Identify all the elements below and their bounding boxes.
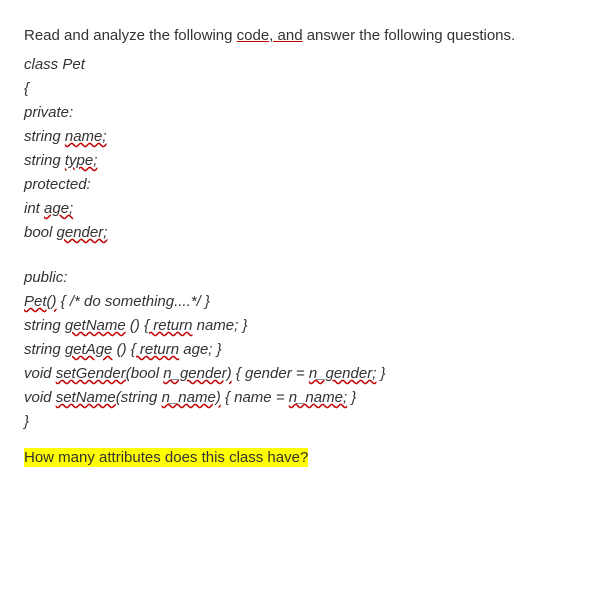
code-line-13: void setGender(bool n_gender) { gender =…	[24, 366, 581, 381]
question-text: How many attributes does this class have…	[24, 448, 308, 467]
code-line-7: int age;	[24, 201, 581, 216]
l11-u2: { return	[144, 317, 192, 334]
l13-u1: setGender(	[56, 365, 131, 382]
l12-u2: { return	[131, 341, 179, 358]
l5-pre: string	[24, 152, 65, 169]
l5-underlined: type;	[65, 152, 98, 169]
code-line-6: protected:	[24, 177, 581, 192]
intro-text: Read and analyze the following code, and…	[24, 28, 581, 43]
code-line-8: bool gender;	[24, 225, 581, 240]
l14-u3: n_name;	[289, 389, 347, 406]
l14-pre: void	[24, 389, 56, 406]
l13-pre: void	[24, 365, 56, 382]
question-line: How many attributes does this class have…	[24, 450, 581, 465]
code-line-14: void setName(string n_name) { name = n_n…	[24, 390, 581, 405]
l11-mid: ()	[126, 317, 144, 334]
code-line-12: string getAge () { return age; }	[24, 342, 581, 357]
l14-mid1: string	[121, 389, 162, 406]
l13-mid1: bool	[131, 365, 164, 382]
l8-pre: bool	[24, 224, 57, 241]
code-line-3: private:	[24, 105, 581, 120]
l13-u2: n_gender)	[163, 365, 231, 382]
code-line-15: }	[24, 414, 581, 429]
l14-mid2: { name =	[221, 389, 289, 406]
l13-post: }	[376, 365, 385, 382]
l4-pre: string	[24, 128, 65, 145]
l14-post: }	[347, 389, 356, 406]
l14-u1: setName(	[56, 389, 121, 406]
l12-u1: getAge	[65, 341, 113, 358]
intro-prefix: Read and analyze the following	[24, 27, 237, 44]
l11-pre: string	[24, 317, 65, 334]
l8-underlined: gender;	[57, 224, 108, 241]
l12-pre: string	[24, 341, 65, 358]
l11-post: name; }	[192, 317, 247, 334]
l10-post: { /* do something....*/ }	[57, 293, 210, 310]
l13-mid2: { gender =	[232, 365, 309, 382]
l11-u1: getName	[65, 317, 126, 334]
code-line-10: Pet() { /* do something....*/ }	[24, 294, 581, 309]
code-line-5: string type;	[24, 153, 581, 168]
l13-u3: n_gender;	[309, 365, 377, 382]
code-line-1: class Pet	[24, 57, 581, 72]
l4-underlined: name;	[65, 128, 107, 145]
intro-suffix: answer the following questions.	[303, 27, 516, 44]
code-line-11: string getName () { return name; }	[24, 318, 581, 333]
l7-pre: int	[24, 200, 44, 217]
l12-post: age; }	[179, 341, 222, 358]
l10-underlined: Pet()	[24, 293, 57, 310]
l14-u2: n_name)	[162, 389, 221, 406]
code-line-4: string name;	[24, 129, 581, 144]
l7-underlined: age;	[44, 200, 73, 217]
code-line-9: public:	[24, 270, 581, 285]
code-line-2: {	[24, 81, 581, 96]
l12-mid: ()	[112, 341, 130, 358]
intro-underlined: code, and	[237, 27, 303, 44]
